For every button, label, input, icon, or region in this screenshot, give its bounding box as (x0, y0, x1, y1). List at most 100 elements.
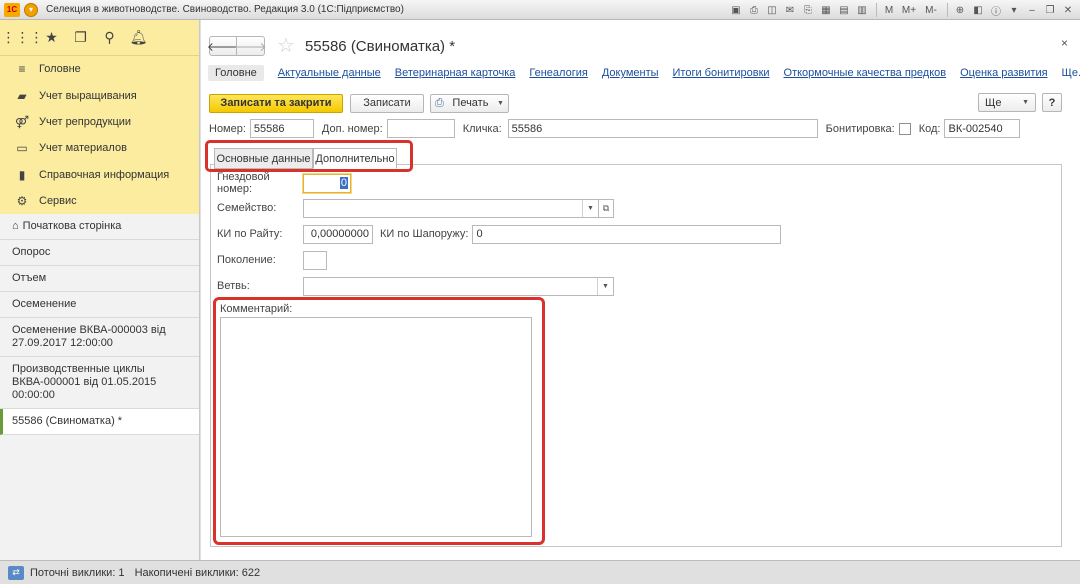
open-windows-panel: ⌂ Початкова сторінка Опорос Отъем Осемен… (0, 214, 199, 435)
history-icon[interactable]: ❐ (66, 27, 95, 49)
main-menu-icon[interactable]: ▾ (24, 2, 38, 17)
comment-textarea[interactable] (220, 317, 532, 537)
bonitation-checkbox[interactable] (898, 122, 911, 135)
close-icon[interactable]: ✕ (1060, 3, 1076, 17)
form-close-icon[interactable]: × (1061, 36, 1068, 50)
section-growing[interactable]: ▰ Учет выращивания (0, 82, 199, 108)
print-label: Печать (452, 97, 489, 109)
open-window-farrowing[interactable]: Опорос (0, 240, 199, 266)
attach-icon[interactable]: ⎘ (800, 3, 816, 17)
back-button[interactable]: 🡐 (207, 36, 239, 56)
zoom-icon[interactable]: ⊕ (952, 3, 968, 17)
save-icon[interactable]: ▣ (728, 3, 744, 17)
sections-panel: ⋮⋮⋮ ★ ❐ ⚲ 🔔︎ ≡ Головне ▰ Учет выращивани… (0, 20, 199, 214)
section-reference[interactable]: ▮ Справочная информация (0, 162, 199, 188)
info-icon[interactable]: ⓘ (988, 3, 1004, 18)
help-button[interactable]: ? (1042, 93, 1062, 112)
nest-number-value: 0 (339, 177, 348, 189)
open-window-insemination[interactable]: Осеменение (0, 292, 199, 318)
family-field[interactable]: ▼ (303, 198, 599, 218)
extra-number-label: Доп. номер: (321, 122, 383, 135)
calculator-icon[interactable]: ▤ (836, 3, 852, 17)
branch-label: Ветвь: (217, 280, 250, 292)
tab-main-data[interactable]: Основные данные (214, 148, 313, 169)
forward-button[interactable]: 🡒 (234, 36, 267, 56)
section-reproduction[interactable]: ⚤ Учет репродукции (0, 109, 199, 135)
search-icon[interactable]: ⚲ (95, 27, 124, 49)
form-navigation-links: Головне Актуальные данные Ветеринарная к… (208, 64, 1080, 82)
ki-shaporuzh-field[interactable]: 0 (472, 224, 782, 244)
bell-icon[interactable]: 🔔︎ (124, 27, 153, 49)
open-window-weaning[interactable]: Отъем (0, 266, 199, 292)
window-toolbar: ▣ ⎙ ◫ ✉ ⎘ ▦ ▤ ▥ M M+ M- ⊕ ◧ ⓘ ▾ – ❐ ✕ (728, 0, 1080, 20)
more-actions-button[interactable]: Ще ▼ (978, 93, 1036, 112)
write-button[interactable]: Записати (350, 93, 424, 113)
link-development-rating[interactable]: Оценка развития (960, 67, 1047, 79)
open-window-sow[interactable]: 55586 (Свиноматка) * (0, 409, 199, 435)
restore-icon[interactable]: ❐ (1042, 3, 1058, 17)
ki-wright-field[interactable]: 0,00000000 (303, 224, 373, 244)
mail-icon[interactable]: ✉ (782, 3, 798, 17)
open-window-production-cycles[interactable]: Производственные циклы ВКВА-000001 від 0… (0, 357, 199, 409)
calls-icon[interactable]: ⇄ (8, 565, 24, 580)
extra-number-field[interactable] (386, 119, 455, 138)
ki-wright-label: КИ по Райту: (217, 228, 283, 240)
current-calls: Поточні виклики: 1 (30, 566, 125, 579)
ki-shaporuzh-label: КИ по Шапоружу: (380, 228, 469, 240)
link-documents[interactable]: Документы (602, 67, 659, 79)
accumulated-calls: Накопичені виклики: 622 (134, 566, 261, 579)
header-fields: Номер: 55586 Доп. номер: Кличка: 55586 Б… (209, 119, 1021, 138)
link-actual-data[interactable]: Актуальные данные (278, 67, 381, 79)
generation-field[interactable] (303, 250, 327, 270)
reproduction-icon: ⚤ (14, 114, 30, 129)
open-window-insemination-doc[interactable]: Осеменение ВКВА-000003 від 27.09.2017 12… (0, 318, 199, 357)
calendar2-icon[interactable]: ▥ (854, 3, 870, 17)
open-form-icon[interactable]: ⧉ (599, 198, 614, 218)
favorite-star-icon[interactable]: ☆ (277, 36, 295, 56)
chevron-down-icon[interactable]: ▼ (597, 277, 613, 295)
app-logo-icon: 1С (4, 2, 20, 17)
link-fattening-qualities[interactable]: Откормочные качества предков (784, 67, 947, 79)
section-label: Учет репродукции (39, 115, 132, 128)
number-label: Номер: (209, 122, 246, 135)
print-button[interactable]: ⎙ Печать ▼ (430, 93, 509, 113)
branch-field[interactable]: ▼ (303, 276, 614, 296)
tabs-highlight-frame: Основные данные Дополнительно (205, 140, 413, 172)
link-vet-card[interactable]: Ветеринарная карточка (395, 67, 516, 79)
apps-icon[interactable]: ⋮⋮⋮ (2, 27, 44, 49)
nickname-label: Кличка: (462, 122, 502, 135)
write-and-close-button[interactable]: Записати та закрити (209, 93, 343, 113)
link-genealogy[interactable]: Генеалогия (529, 67, 587, 79)
m-plus-icon[interactable]: M+ (899, 3, 919, 17)
tab-additional[interactable]: Дополнительно (313, 148, 397, 169)
section-main[interactable]: ≡ Головне (0, 56, 199, 82)
home-icon: ⌂ (12, 220, 19, 232)
section-service[interactable]: ⚙ Сервис (0, 188, 199, 214)
nest-number-row: Гнездовой номер: 0 (217, 171, 351, 195)
generation-row: Поколение: (217, 250, 327, 270)
number-field[interactable]: 55586 (249, 119, 314, 138)
print-icon[interactable]: ⎙ (746, 3, 762, 17)
section-label: Сервис (39, 195, 77, 208)
minimize-icon[interactable]: – (1024, 3, 1040, 17)
link-more[interactable]: Ще... ▼ (1062, 67, 1080, 79)
nickname-field[interactable]: 55586 (507, 119, 818, 138)
family-label: Семейство: (217, 202, 277, 214)
sidebar-toolbar: ⋮⋮⋮ ★ ❐ ⚲ 🔔︎ (0, 20, 199, 56)
star-icon[interactable]: ★ (37, 27, 66, 49)
section-label: Справочная информация (39, 168, 170, 181)
book-icon: ▮ (18, 167, 26, 182)
menu-icon[interactable]: ▾ (1006, 3, 1022, 17)
section-materials[interactable]: ▭ Учет материалов (0, 135, 199, 161)
panel-icon[interactable]: ◧ (970, 3, 986, 17)
m-minus-icon[interactable]: M- (921, 3, 941, 17)
link-main[interactable]: Головне (208, 65, 264, 81)
m-icon[interactable]: M (881, 3, 897, 17)
calendar-icon[interactable]: ▦ (818, 3, 834, 17)
preview-icon[interactable]: ◫ (764, 3, 780, 17)
link-bonitation-results[interactable]: Итоги бонитировки (673, 67, 770, 79)
nest-number-field[interactable]: 0 (303, 173, 351, 193)
chevron-down-icon[interactable]: ▼ (582, 199, 598, 217)
code-field[interactable]: ВК-002540 (944, 119, 1021, 138)
open-window-home[interactable]: ⌂ Початкова сторінка (0, 214, 199, 240)
